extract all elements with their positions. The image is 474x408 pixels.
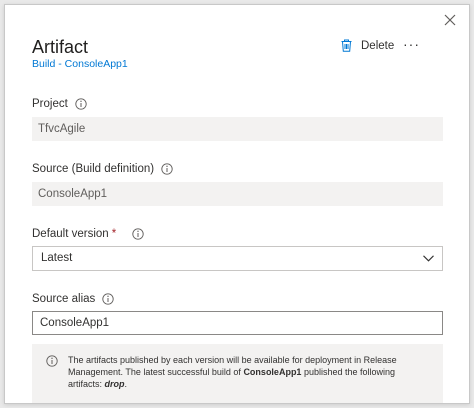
default-version-value: Latest	[41, 252, 73, 264]
source-alias-label-row: Source alias	[32, 293, 114, 305]
source-field: ConsoleApp1	[32, 182, 443, 206]
info-icon[interactable]	[132, 228, 144, 240]
message-build-name: ConsoleApp1	[243, 367, 302, 377]
info-icon	[46, 355, 58, 367]
panel-title: Artifact	[32, 37, 89, 57]
info-icon[interactable]	[102, 293, 114, 305]
project-label-row: Project	[32, 98, 87, 110]
artifact-panel: Artifact Build - ConsoleApp1 Delete ··· …	[4, 4, 470, 404]
source-label: Source (Build definition)	[32, 163, 155, 175]
source-alias-label: Source alias	[32, 293, 96, 305]
required-marker: *	[111, 228, 117, 240]
source-label-row: Source (Build definition)	[32, 163, 173, 175]
info-icon[interactable]	[161, 163, 173, 175]
source-alias-input[interactable]	[32, 311, 443, 335]
delete-button[interactable]: Delete	[341, 39, 394, 52]
default-version-dropdown[interactable]: Latest	[32, 246, 443, 271]
info-icon[interactable]	[75, 98, 87, 110]
default-version-label-row: Default version *	[32, 228, 144, 240]
delete-label: Delete	[361, 39, 395, 52]
trash-icon	[341, 39, 352, 52]
default-version-label: Default version	[32, 228, 109, 240]
chevron-down-icon	[423, 255, 434, 262]
more-options-button[interactable]: ···	[403, 36, 420, 52]
info-message: The artifacts published by each version …	[32, 344, 443, 403]
message-text: .	[124, 379, 128, 389]
build-link[interactable]: Build - ConsoleApp1	[32, 58, 128, 70]
message-artifact-name: drop	[104, 379, 125, 389]
close-icon[interactable]	[443, 13, 457, 27]
project-label: Project	[32, 98, 68, 110]
project-field: TfvcAgile	[32, 117, 443, 141]
